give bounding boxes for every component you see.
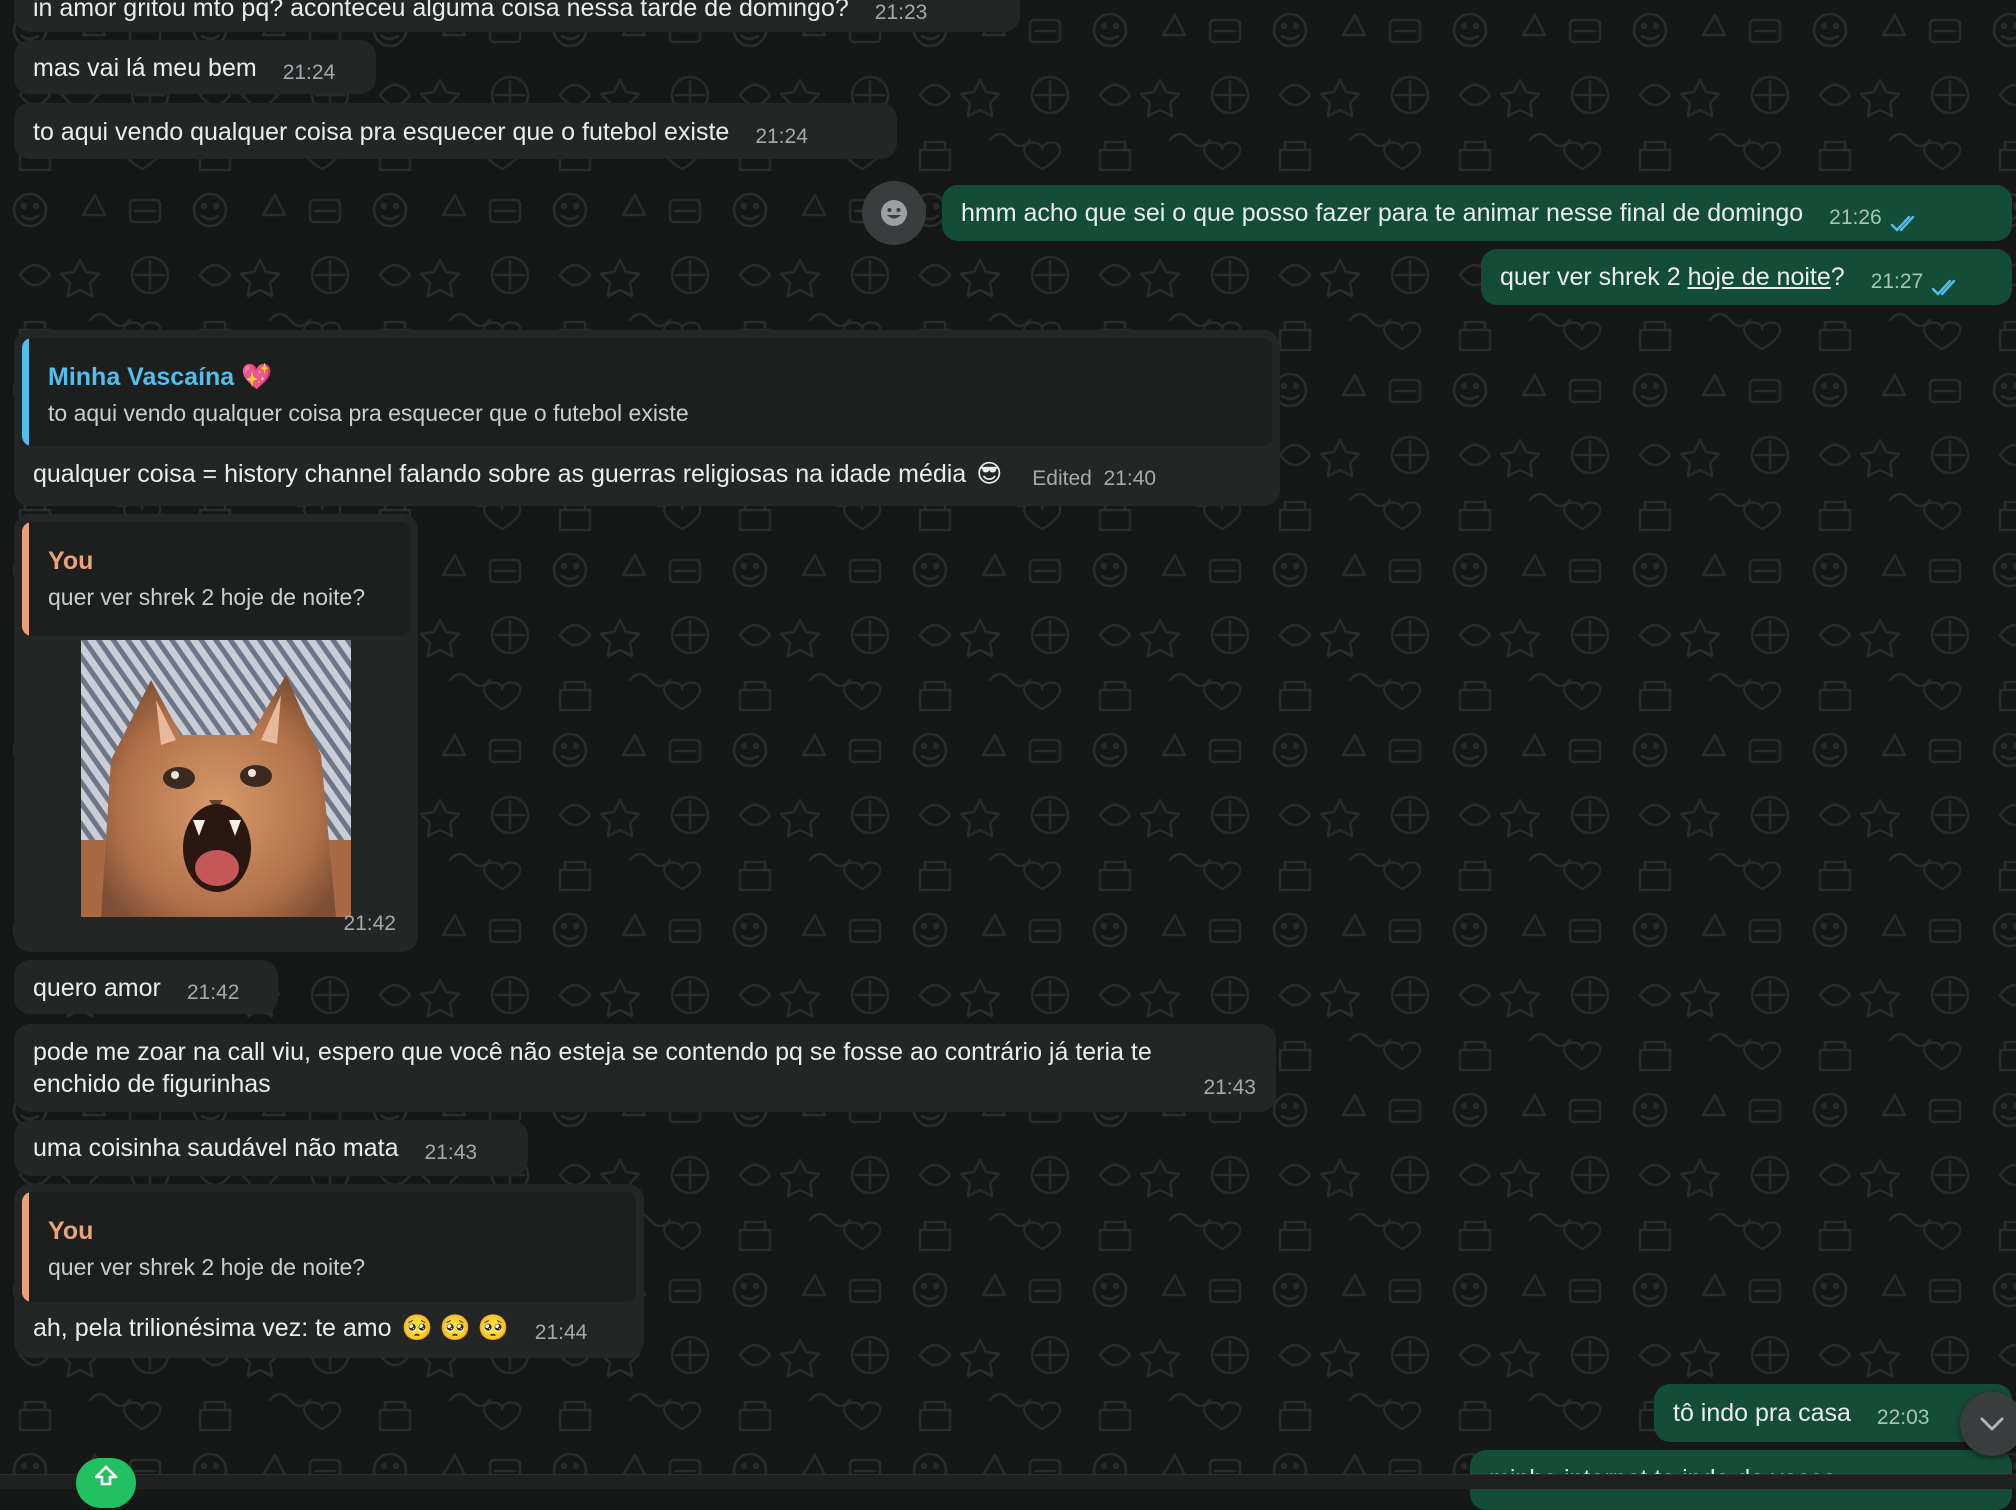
message-time: 21:24 [282,61,336,84]
message-time: 21:43 [1203,1076,1256,1099]
quoted-message[interactable]: You quer ver shrek 2 hoje de noite? [22,1192,636,1302]
emoji-reaction-button[interactable] [862,181,926,245]
message-time: 21:42 [343,912,396,935]
message-emoji: 🥺 🥺 🥺 [401,1314,509,1342]
quote-author: You [48,1217,94,1245]
message-time: 22:03 [1876,1406,1930,1429]
message-incoming[interactable]: to aqui vendo qualquer coisa pra esquece… [14,103,897,159]
message-incoming-sticker[interactable]: You quer ver shrek 2 hoje de noite? 21:4… [14,514,418,952]
quoted-message[interactable]: Minha Vascaína 💖 to aqui vendo qualquer … [22,338,1272,446]
message-time: 21:26 [1829,206,1882,229]
message-text: ah, pela trilionésima vez: te amo [33,1314,392,1342]
message-text: hmm acho que sei o que posso fazer para … [961,199,1804,227]
double-check-icon [1890,215,1914,232]
message-text: pode me zoar na call viu, espero que voc… [33,1038,1152,1066]
quote-text: to aqui vendo qualquer coisa pra esquece… [48,400,689,426]
message-outgoing[interactable]: tô indo pra casa 22:03 [1654,1384,2012,1442]
screaming-cat-sticker[interactable] [81,640,351,917]
message-text: in amor gritou mto pq? aconteceu alguma … [33,0,849,22]
quoted-message[interactable]: You quer ver shrek 2 hoje de noite? [22,522,410,636]
message-time: 21:24 [755,125,808,148]
date-link[interactable]: hoje de noite [1688,263,1831,291]
double-check-icon [1932,279,1956,296]
message-outgoing[interactable]: hmm acho que sei o que posso fazer para … [942,185,2012,241]
message-incoming[interactable]: uma coisinha saudável não mata 21:43 [14,1120,528,1176]
quote-author-emoji: 💖 [241,363,273,391]
edited-label: Edited [1032,467,1092,490]
message-text: mas vai lá meu bem [33,54,257,82]
quote-author: You [48,547,94,575]
upload-button[interactable] [76,1458,136,1508]
quote-text: quer ver shrek 2 hoje de noite? [48,1254,366,1280]
message-outgoing[interactable]: quer ver shrek 2 hoje de noite? 21:27 [1481,249,2012,305]
message-incoming[interactable]: quero amor 21:42 [14,960,278,1014]
upload-icon [94,1465,118,1486]
message-time: 21:44 [534,1321,588,1344]
message-emoji: 😎 [976,460,1003,488]
message-incoming[interactable]: mas vai lá meu bem 21:24 [14,40,376,94]
message-time: 21:27 [1870,270,1924,293]
message-text: quer ver shrek 2 hoje de noite? [1500,263,1845,291]
message-text-continued: enchido de figurinhas [33,1070,271,1098]
quote-accent-bar [22,522,29,636]
message-time: 21:23 [874,1,928,24]
message-incoming[interactable]: in amor gritou mto pq? aconteceu alguma … [14,0,1020,32]
message-text: uma coisinha saudável não mata [33,1134,399,1162]
message-time: 21:42 [186,981,240,1004]
message-text: qualquer coisa = history channel falando… [33,460,967,488]
composer-edge [0,1474,2016,1489]
message-text: to aqui vendo qualquer coisa pra esquece… [33,118,730,146]
message-incoming[interactable]: pode me zoar na call viu, espero que voc… [14,1024,1276,1112]
quote-accent-bar [22,338,29,446]
message-time: 21:43 [424,1141,478,1164]
scroll-to-bottom-button[interactable] [1960,1392,2016,1456]
emoji-reaction-icon [881,200,907,226]
message-incoming-reply[interactable]: Minha Vascaína 💖 to aqui vendo qualquer … [14,330,1280,506]
quote-accent-bar [22,1192,29,1302]
message-incoming-reply[interactable]: You quer ver shrek 2 hoje de noite? ah, … [14,1184,644,1358]
quote-text: quer ver shrek 2 hoje de noite? [48,584,366,610]
message-text: quero amor [33,974,161,1002]
quote-author: Minha Vascaína [48,363,235,391]
message-text: tô indo pra casa [1673,1399,1851,1427]
chevron-down-icon [1980,1417,2004,1431]
message-time: 21:40 [1103,467,1157,490]
